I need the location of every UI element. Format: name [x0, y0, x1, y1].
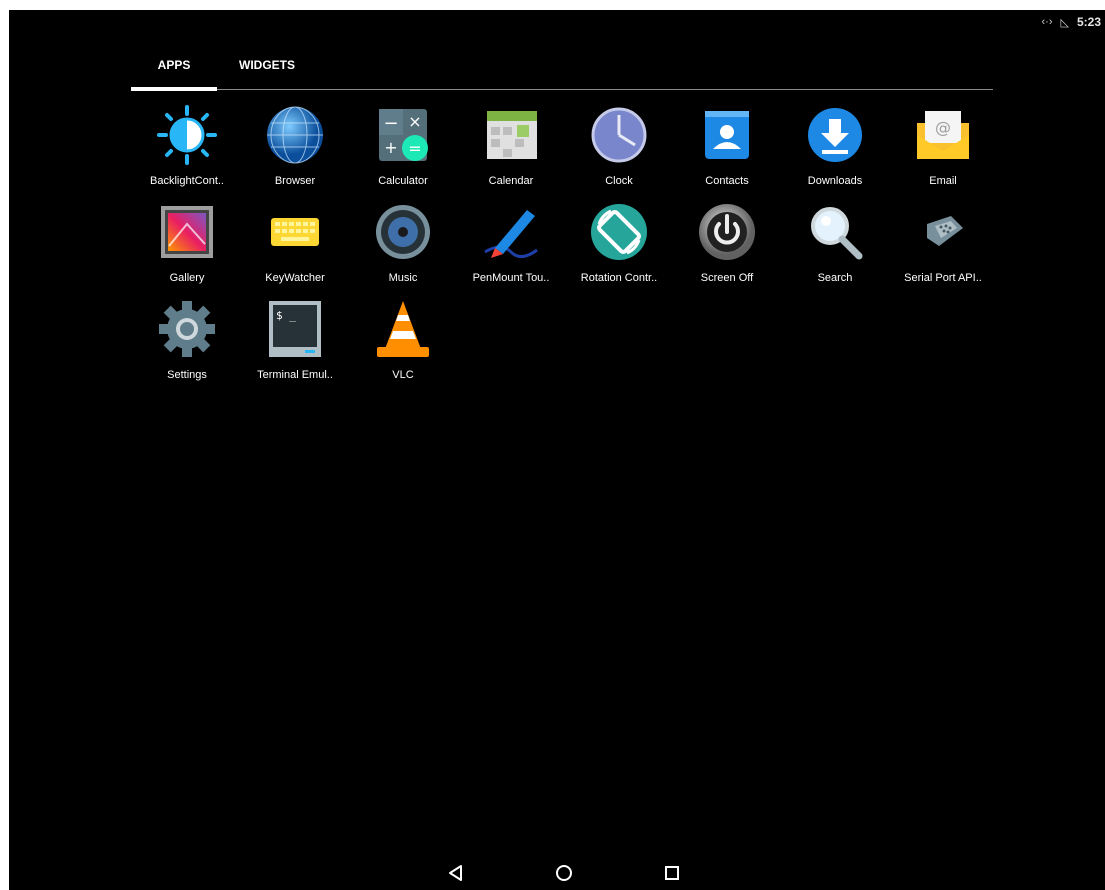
svg-text:×: × [408, 112, 421, 131]
app-label: Browser [274, 175, 316, 187]
backlight-icon [157, 105, 217, 165]
app-label: VLC [392, 369, 414, 381]
contacts-icon [697, 105, 757, 165]
app-serial-port[interactable]: Serial Port API.. [889, 202, 997, 298]
app-label: PenMount Tou.. [472, 272, 550, 284]
tab-apps[interactable]: APPS [131, 54, 217, 88]
browser-globe-icon [265, 105, 325, 165]
tab-bar: APPS WIDGETS [131, 54, 993, 92]
download-icon [805, 105, 865, 165]
tab-divider [131, 89, 993, 90]
calendar-icon [481, 105, 541, 165]
app-label: Downloads [807, 175, 863, 187]
app-label: Search [817, 272, 853, 284]
app-label: Music [388, 272, 418, 284]
recents-icon [665, 866, 679, 880]
tab-widgets[interactable]: WIDGETS [217, 54, 317, 88]
no-signal-icon: ◺ [1060, 16, 1069, 29]
app-clock[interactable]: Clock [565, 105, 673, 201]
app-rotation[interactable]: Rotation Contr.. [565, 202, 673, 298]
app-email[interactable]: @ Email [889, 105, 997, 201]
home-button[interactable] [549, 860, 579, 886]
svg-text:+: + [384, 138, 397, 157]
svg-text:=: = [408, 139, 421, 158]
app-label: KeyWatcher [265, 272, 325, 284]
app-download[interactable]: Downloads [781, 105, 889, 201]
status-bar: ‹·› ◺ 5:23 [1042, 10, 1105, 34]
app-label: Serial Port API.. [904, 272, 982, 284]
calculator-icon: − × + = [373, 105, 433, 165]
back-button[interactable] [441, 860, 471, 886]
rotation-icon [589, 202, 649, 262]
status-time: 5:23 [1076, 15, 1101, 29]
data-transfer-icon: ‹·› [1041, 16, 1053, 28]
back-icon [449, 865, 462, 881]
pen-icon [481, 202, 541, 262]
recents-button[interactable] [657, 860, 687, 886]
app-label: Screen Off [700, 272, 754, 284]
tab-selected-indicator [131, 87, 217, 91]
app-browser-globe[interactable]: Browser [241, 105, 349, 201]
app-label: Calendar [488, 175, 534, 187]
clock-icon [589, 105, 649, 165]
app-calculator[interactable]: − × + = Calculator [349, 105, 457, 201]
terminal-icon: $ _ [265, 299, 325, 359]
app-backlight[interactable]: BacklightCont.. [133, 105, 241, 201]
navigation-bar [9, 854, 1105, 890]
app-pen[interactable]: PenMount Tou.. [457, 202, 565, 298]
app-label: Rotation Contr.. [580, 272, 658, 284]
app-power[interactable]: Screen Off [673, 202, 781, 298]
app-label: Gallery [169, 272, 205, 284]
app-vlc-cone[interactable]: VLC [349, 299, 457, 395]
gallery-icon [157, 202, 217, 262]
app-label: Terminal Emul.. [257, 369, 333, 381]
gear-icon [157, 299, 217, 359]
app-label: Calculator [378, 175, 428, 187]
app-calendar[interactable]: Calendar [457, 105, 565, 201]
home-icon [556, 865, 572, 881]
app-label: Email [929, 175, 957, 187]
app-label: Clock [605, 175, 633, 187]
svg-text:−: − [383, 113, 398, 134]
app-magnifier[interactable]: Search [781, 202, 889, 298]
speaker-icon [373, 202, 433, 262]
keyboard-icon [265, 202, 325, 262]
power-icon [697, 202, 757, 262]
email-icon: @ [913, 105, 973, 165]
app-speaker[interactable]: Music [349, 202, 457, 298]
app-terminal[interactable]: $ _ Terminal Emul.. [241, 299, 349, 395]
app-contacts[interactable]: Contacts [673, 105, 781, 201]
svg-text:@: @ [935, 118, 951, 137]
app-drawer-screen: ‹·› ◺ 5:23 APPS WIDGETS BacklightCont.. … [9, 10, 1105, 890]
app-keyboard[interactable]: KeyWatcher [241, 202, 349, 298]
app-label: Settings [167, 369, 207, 381]
serial-port-icon [913, 202, 973, 262]
app-label: Contacts [705, 175, 749, 187]
vlc-cone-icon [373, 299, 433, 359]
app-gear[interactable]: Settings [133, 299, 241, 395]
app-gallery[interactable]: Gallery [133, 202, 241, 298]
app-label: BacklightCont.. [150, 175, 224, 187]
svg-text:$ _: $ _ [276, 309, 296, 322]
magnifier-icon [805, 202, 865, 262]
